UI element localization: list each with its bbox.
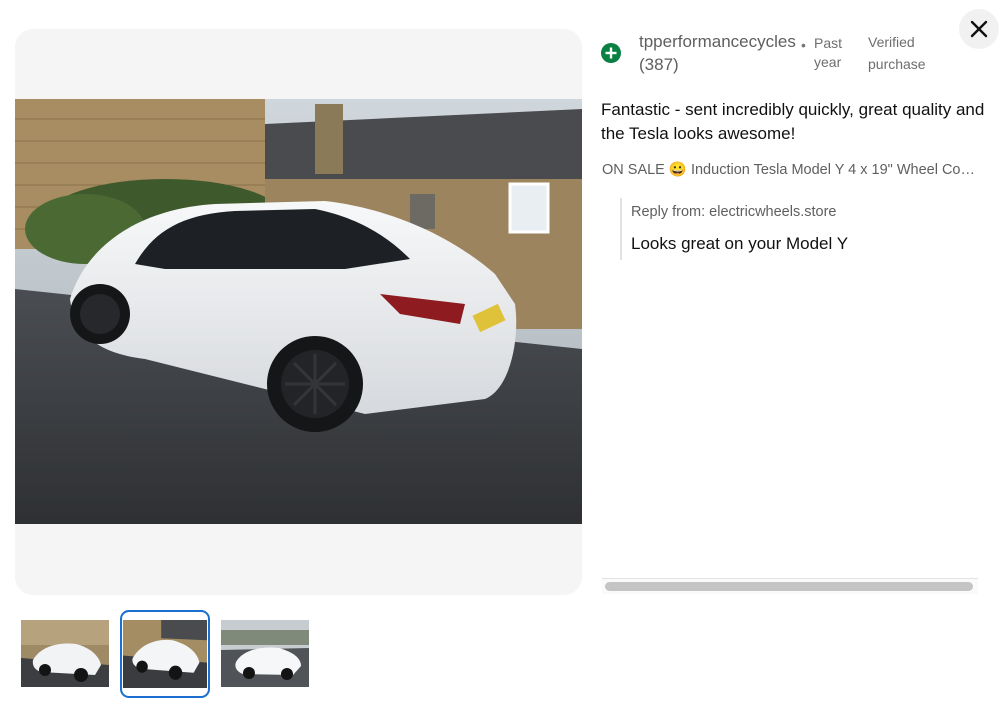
review-text: Fantastic - sent incredibly quickly, gre… xyxy=(601,100,985,143)
thumbnail-frame xyxy=(123,620,207,688)
verified-purchase-label: Verified purchase xyxy=(868,34,926,72)
thumbnail-3[interactable] xyxy=(221,620,309,687)
thumbnail-image xyxy=(123,620,207,688)
close-button[interactable] xyxy=(959,9,999,49)
reply-text: Looks great on your Model Y xyxy=(631,234,849,253)
reply-label: Reply from: electricwheels.store xyxy=(631,204,837,220)
thumbnail-2-selected[interactable] xyxy=(120,610,210,698)
separator-dot: • xyxy=(801,37,806,53)
review-date: Past year xyxy=(814,35,843,70)
reviewer-name[interactable]: tpperformancecycles (387) xyxy=(639,30,799,76)
thumbnail-1[interactable] xyxy=(21,620,109,687)
thumbnail-image xyxy=(21,620,109,687)
car-photo xyxy=(15,99,582,524)
plus-circle-icon xyxy=(601,43,621,63)
horizontal-scrollbar[interactable] xyxy=(602,578,978,594)
close-icon xyxy=(970,20,988,38)
main-review-photo[interactable] xyxy=(15,99,582,524)
thumbnail-image xyxy=(221,620,309,687)
image-viewer xyxy=(15,29,582,595)
product-title-link[interactable]: ON SALE 😀 Induction Tesla Model Y 4 x 19… xyxy=(602,160,980,180)
scrollbar-thumb[interactable] xyxy=(605,582,973,591)
seller-reply: Reply from: electricwheels.store Looks g… xyxy=(620,198,960,260)
